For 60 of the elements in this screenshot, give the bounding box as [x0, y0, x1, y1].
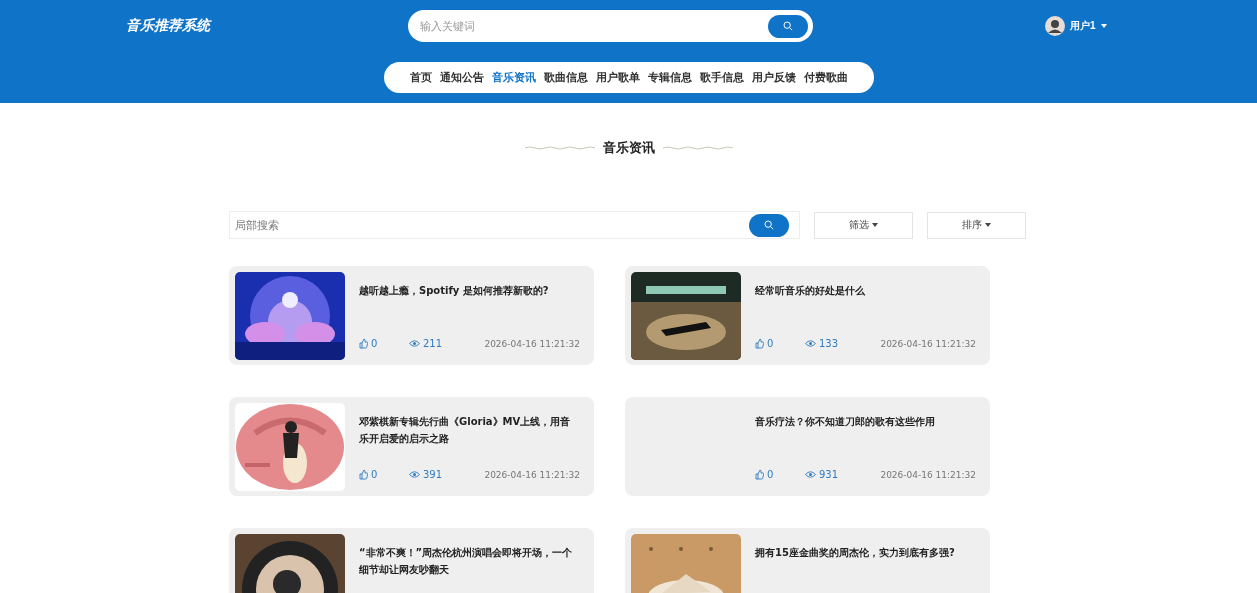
like-count: 0	[767, 338, 774, 349]
like-count: 0	[371, 469, 378, 480]
decorative-line-icon	[662, 146, 733, 150]
eye-icon	[409, 471, 420, 478]
search-button[interactable]	[768, 14, 808, 38]
view-count: 211	[423, 338, 443, 349]
article-card[interactable]: 越听越上瘾，Spotify 是如何推荐新歌的? 0 211 2026-04-16 11:21:32	[229, 266, 594, 365]
article-title[interactable]: “非常不爽！”周杰伦杭州演唱会即将开场，一个细节却让网友吵翻天	[359, 544, 580, 578]
caret-icon	[1100, 24, 1107, 28]
search-input[interactable]: 输入关键词	[420, 20, 760, 32]
article-title[interactable]: 邓紫棋新专辑先行曲《Gloria》MV上线，用音乐开启爱的启示之路	[359, 413, 580, 447]
nav-tab[interactable]: 歌手信息	[695, 70, 748, 85]
like-count: 0	[371, 338, 378, 349]
article-card[interactable]: 拥有15座金曲奖的周杰伦，实力到底有多强?	[625, 528, 990, 593]
article-title[interactable]: 音乐疗法？你不知道刀郎的歌有这些作用	[755, 413, 976, 430]
nav-tab[interactable]: 付费歌曲	[799, 70, 852, 85]
thumbs-up-icon	[755, 469, 764, 480]
nav-tab[interactable]: 用户歌单	[591, 70, 644, 85]
avatar-icon[interactable]	[1045, 16, 1065, 36]
thumbs-up-icon	[359, 338, 368, 349]
search-button[interactable]	[749, 213, 789, 237]
thumbs-up-icon	[359, 469, 368, 480]
decorative-line-icon	[524, 146, 595, 150]
view-count: 931	[819, 469, 839, 480]
publish-time: 2026-04-16 11:21:32	[880, 469, 976, 480]
caret-icon	[985, 223, 991, 227]
sort-button[interactable]: 排序	[927, 211, 1026, 239]
filter-button[interactable]: 筛选	[814, 211, 913, 239]
search-field[interactable]: 输入关键词	[408, 10, 813, 42]
nav-tab[interactable]: 通知公告	[435, 70, 488, 85]
article-title[interactable]: 拥有15座金曲奖的周杰伦，实力到底有多强?	[755, 544, 976, 561]
nav-tab[interactable]: 首页	[405, 70, 436, 85]
nav-tab[interactable]: 专辑信息	[643, 70, 696, 85]
publish-time: 2026-04-16 11:21:32	[484, 338, 580, 349]
article-card[interactable]: 邓紫棋新专辑先行曲《Gloria》MV上线，用音乐开启爱的启示之路 0 391 2026-04-16 11:21:32	[229, 397, 594, 496]
nav-tab[interactable]: 音乐资讯	[487, 70, 540, 85]
nav-tab[interactable]: 用户反馈	[747, 70, 800, 85]
eye-icon	[805, 471, 816, 478]
search-input[interactable]: 局部搜索	[235, 219, 741, 231]
search-icon	[783, 21, 793, 31]
publish-time: 2026-04-16 11:21:32	[484, 469, 580, 480]
view-count: 391	[423, 469, 443, 480]
user-menu[interactable]: 用户1	[1070, 19, 1107, 33]
eye-icon	[805, 340, 816, 347]
article-title[interactable]: 越听越上瘾，Spotify 是如何推荐新歌的?	[359, 282, 580, 299]
article-title[interactable]: 经常听音乐的好处是什么	[755, 282, 976, 299]
eye-icon	[409, 340, 420, 347]
article-card[interactable]: 经常听音乐的好处是什么 0 133 2026-04-16 11:21:32	[625, 266, 990, 365]
article-card[interactable]: “非常不爽！”周杰伦杭州演唱会即将开场，一个细节却让网友吵翻天	[229, 528, 594, 593]
section-title: 音乐资讯	[602, 139, 655, 157]
search-icon	[764, 220, 774, 230]
like-count: 0	[767, 469, 774, 480]
view-count: 133	[819, 338, 839, 349]
caret-icon	[872, 223, 878, 227]
thumbs-up-icon	[755, 338, 764, 349]
publish-time: 2026-04-16 11:21:32	[880, 338, 976, 349]
nav-tab[interactable]: 歌曲信息	[539, 70, 592, 85]
article-card[interactable]: 音乐疗法？你不知道刀郎的歌有这些作用 0 931 2026-04-16 11:21:32	[625, 397, 990, 496]
site-title: 音乐推荐系统	[126, 17, 213, 35]
search-field[interactable]: 局部搜索	[229, 211, 800, 239]
